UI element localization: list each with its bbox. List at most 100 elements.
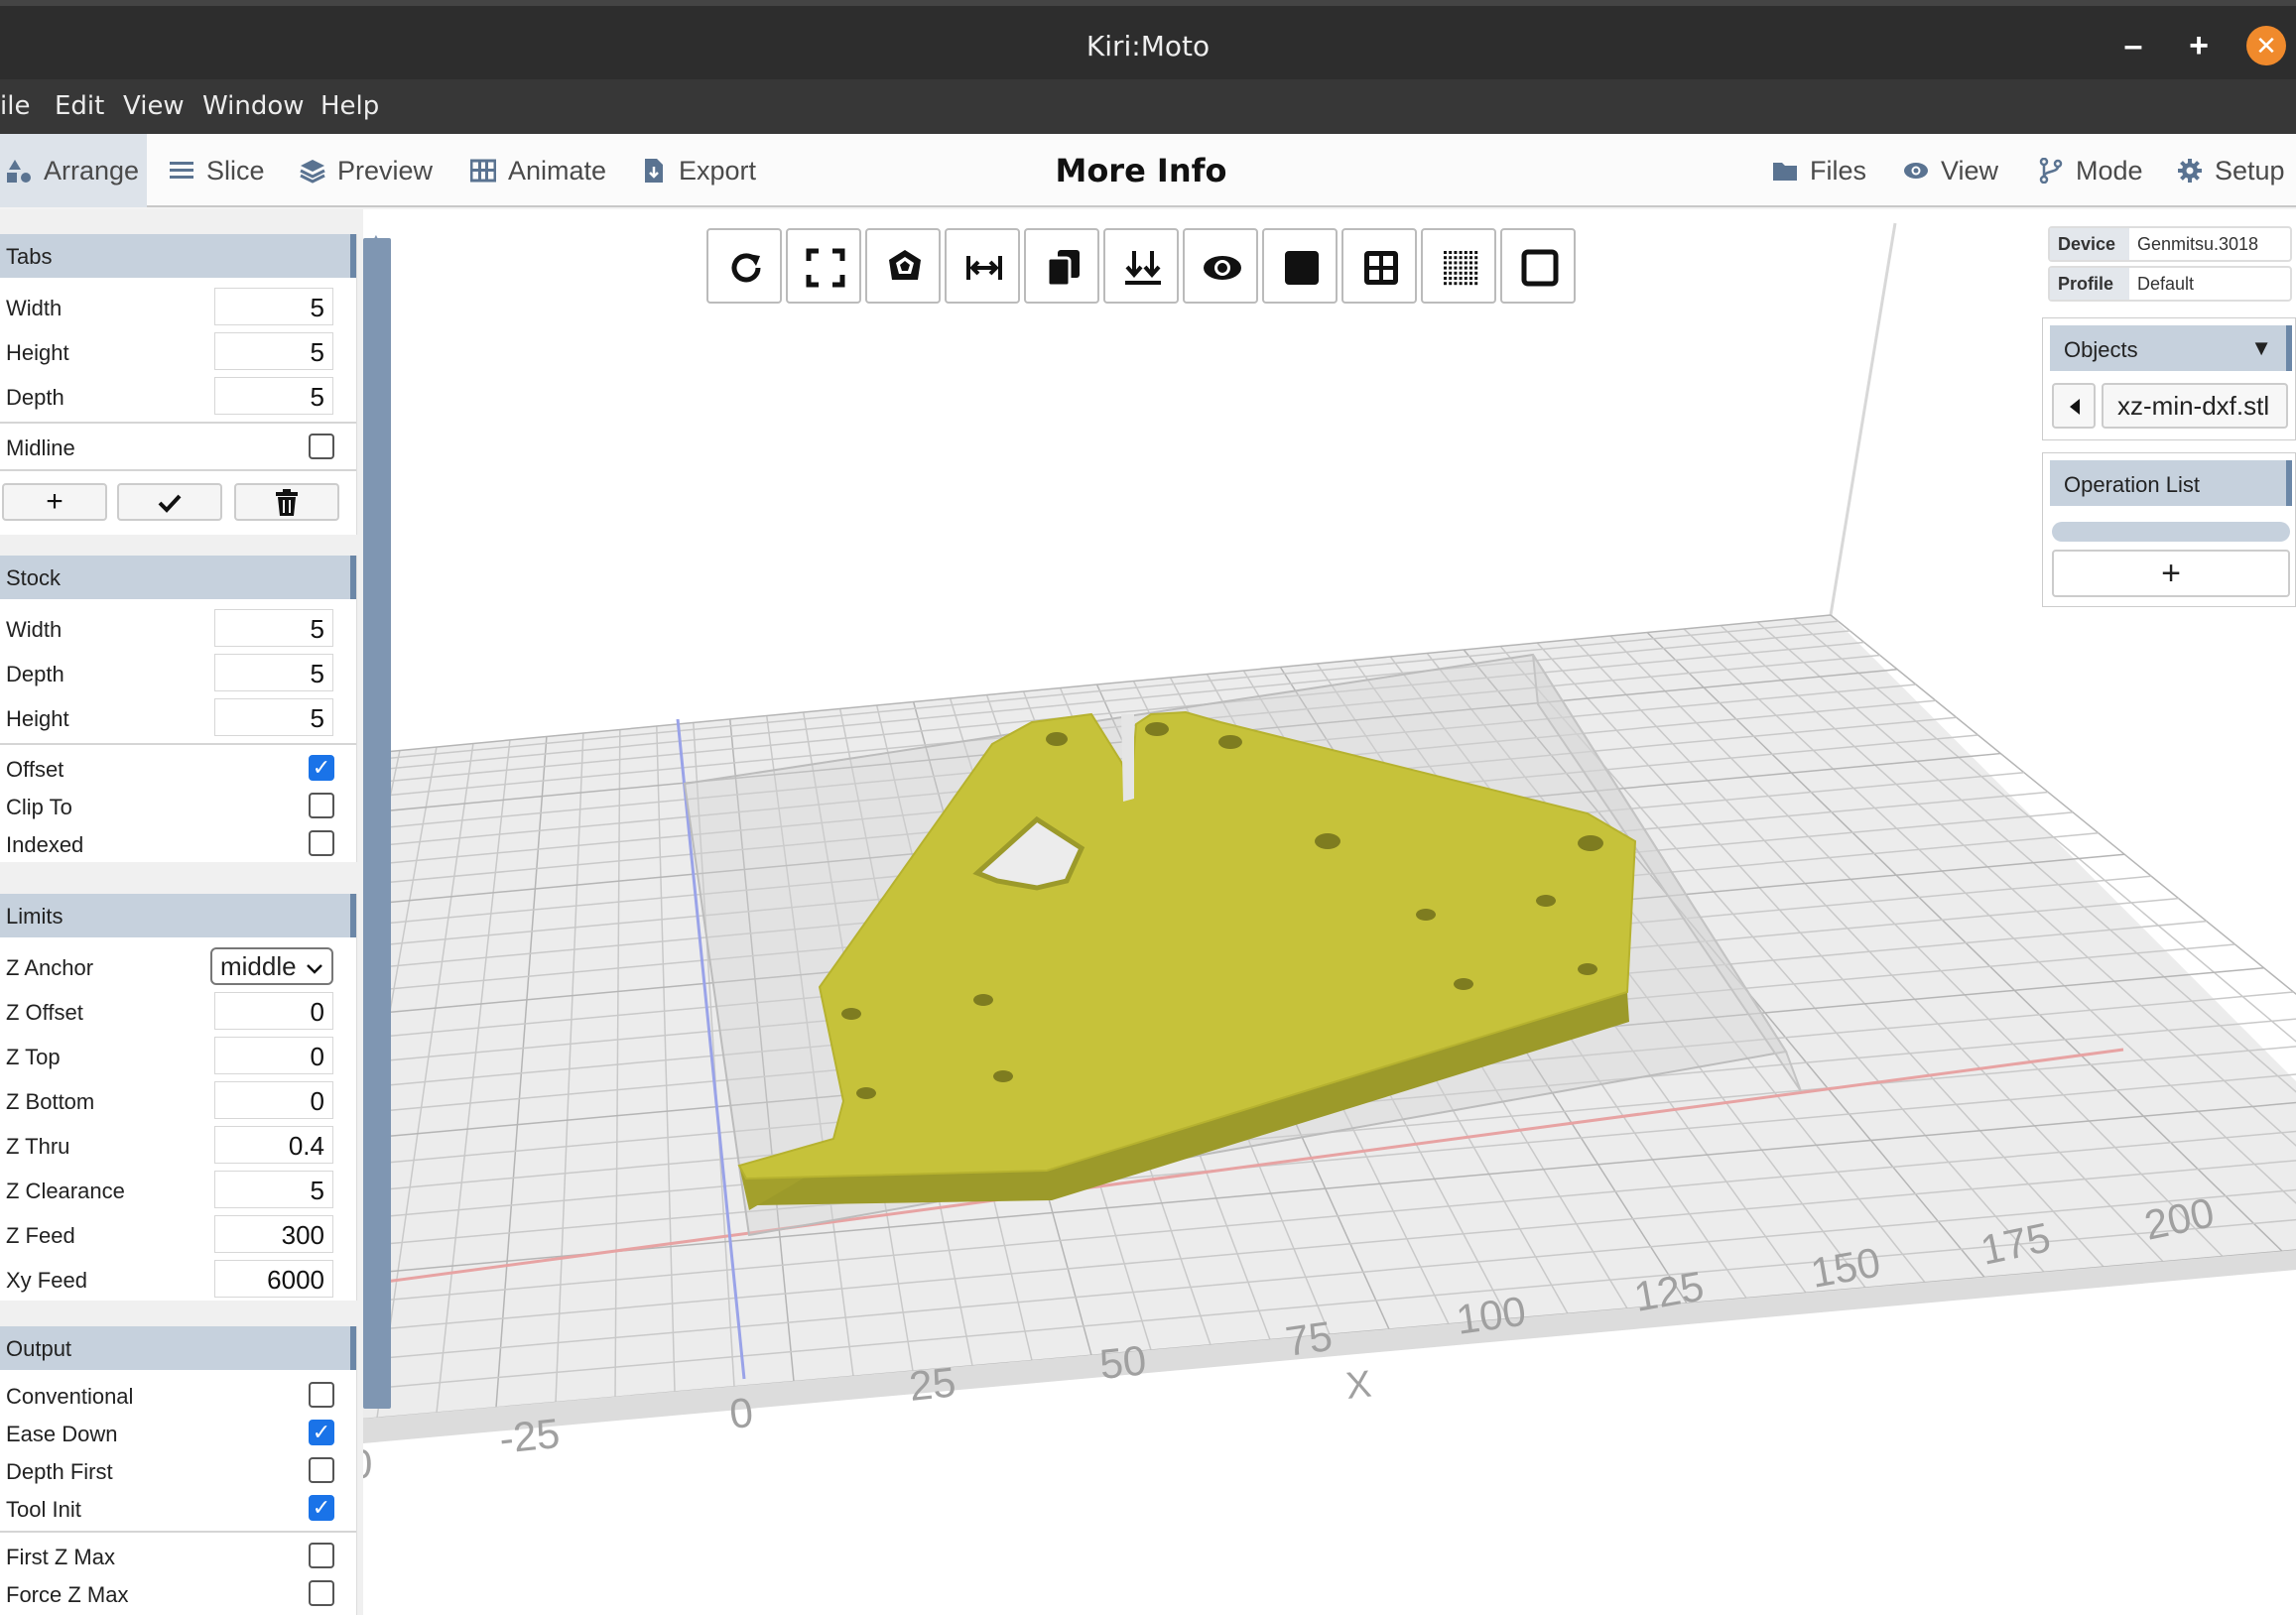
device-field[interactable]: Device Genmitsu.3018 <box>2048 226 2292 262</box>
ztop-input[interactable]: 0 <box>214 1037 333 1074</box>
tabs-width-input[interactable]: 5 <box>214 288 333 325</box>
tab-setup-label: Setup <box>2215 155 2285 186</box>
tab-mode[interactable]: Mode <box>2032 134 2149 207</box>
zthru-label: Z Thru <box>6 1134 70 1159</box>
tab-files[interactable]: Files <box>1766 134 1872 207</box>
stock-height-input[interactable]: 5 <box>214 698 333 736</box>
depthfirst-checkbox[interactable] <box>309 1457 334 1483</box>
zanchor-select[interactable]: middle <box>210 947 333 985</box>
solid-view-button[interactable] <box>1262 228 1338 304</box>
add-tab-button[interactable]: + <box>2 483 107 521</box>
drop-button[interactable] <box>1103 228 1179 304</box>
zthru-input[interactable]: 0.4 <box>214 1126 333 1164</box>
fullscreen-button[interactable] <box>786 228 861 304</box>
output-header[interactable]: Output <box>0 1326 356 1370</box>
fit-width-icon <box>966 256 1002 280</box>
operation-progress-bar <box>2052 522 2290 542</box>
firstzmax-checkbox[interactable] <box>309 1543 334 1568</box>
reload-button[interactable] <box>706 228 782 304</box>
tabs-header[interactable]: Tabs <box>0 234 356 278</box>
forcezmax-row: Force Z Max <box>0 1574 356 1612</box>
limits-group: Limits Z Anchor middle Z Offset 0 Z Top … <box>0 894 357 1301</box>
minimize-button[interactable]: – <box>2113 26 2153 65</box>
visibility-button[interactable] <box>1183 228 1258 304</box>
tab-arrange[interactable]: Arrange <box>0 134 147 207</box>
divider <box>0 469 356 471</box>
menu-file[interactable]: ile <box>0 91 30 121</box>
menu-view[interactable]: View <box>123 91 185 121</box>
tick-label: 50 <box>1097 1336 1148 1388</box>
close-button[interactable]: ✕ <box>2246 26 2286 65</box>
tabs-depth-label: Depth <box>6 385 64 410</box>
menu-help[interactable]: Help <box>320 91 379 121</box>
tab-animate[interactable]: Animate <box>464 134 612 207</box>
object-item[interactable]: xz-min-dxf.stl <box>2102 383 2288 429</box>
forcezmax-label: Force Z Max <box>6 1582 129 1607</box>
tabs-midline-checkbox[interactable] <box>309 434 334 459</box>
3d-viewport[interactable]: 0 -25 0 25 50 75 100 125 150 175 200 X <box>363 209 2296 1615</box>
tab-slice[interactable]: Slice <box>163 134 271 207</box>
easedown-checkbox[interactable]: ✓ <box>309 1420 334 1445</box>
toolinit-checkbox[interactable]: ✓ <box>309 1495 334 1521</box>
more-info-button[interactable]: More Info <box>992 152 1290 189</box>
objects-header[interactable]: Objects ▼ <box>2050 325 2292 371</box>
stock-clipto-row: Clip To <box>0 787 356 824</box>
limits-header[interactable]: Limits <box>0 894 356 937</box>
branch-icon <box>2039 158 2063 184</box>
xyfeed-label: Xy Feed <box>6 1268 87 1293</box>
stock-offset-checkbox[interactable]: ✓ <box>309 755 334 781</box>
grid-view-button[interactable] <box>1341 228 1417 304</box>
forcezmax-checkbox[interactable] <box>309 1580 334 1606</box>
stock-clipto-label: Clip To <box>6 795 72 819</box>
tabs-button-row: + <box>0 475 356 535</box>
main-toolbar: Arrange Slice Preview Animate Export Mor… <box>0 134 2296 207</box>
menu-window[interactable]: Window <box>202 91 305 121</box>
zanchor-label: Z Anchor <box>6 955 94 980</box>
divider <box>0 1531 356 1533</box>
check-icon <box>158 494 182 513</box>
tabs-height-input[interactable]: 5 <box>214 332 333 370</box>
ztop-row: Z Top 0 <box>0 1033 356 1077</box>
maximize-button[interactable]: + <box>2179 26 2219 65</box>
duplicate-button[interactable] <box>1024 228 1099 304</box>
tick-label-left: 0 <box>363 1440 372 1487</box>
conventional-checkbox[interactable] <box>309 1382 334 1408</box>
tabs-midline-label: Midline <box>6 435 75 460</box>
add-operation-button[interactable]: + <box>2052 550 2290 597</box>
dots-view-button[interactable] <box>1421 228 1496 304</box>
tab-setup[interactable]: Setup <box>2171 134 2291 207</box>
confirm-tab-button[interactable] <box>117 483 222 521</box>
stock-width-input[interactable]: 5 <box>214 609 333 647</box>
tabs-depth-input[interactable]: 5 <box>214 377 333 415</box>
xyfeed-input[interactable]: 6000 <box>214 1260 333 1298</box>
ztop-label: Z Top <box>6 1045 61 1069</box>
operation-list-header[interactable]: Operation List <box>2050 460 2292 506</box>
stock-depth-input[interactable]: 5 <box>214 654 333 691</box>
zbottom-input[interactable]: 0 <box>214 1081 333 1119</box>
toolinit-label: Tool Init <box>6 1497 81 1522</box>
zfeed-input[interactable]: 300 <box>214 1215 333 1253</box>
zanchor-row: Z Anchor middle <box>0 943 356 988</box>
tab-view[interactable]: View <box>1897 134 2004 207</box>
profile-field[interactable]: Profile Default <box>2048 266 2292 302</box>
shape-button[interactable] <box>865 228 941 304</box>
menu-edit[interactable]: Edit <box>55 91 104 121</box>
eye-icon <box>1904 163 1928 179</box>
tab-export[interactable]: Export <box>635 134 762 207</box>
wire-view-button[interactable] <box>1500 228 1576 304</box>
caret-left-icon <box>2070 399 2080 415</box>
zbottom-label: Z Bottom <box>6 1089 95 1114</box>
stock-clipto-checkbox[interactable] <box>309 793 334 818</box>
stock-header[interactable]: Stock <box>0 556 356 599</box>
object-toggle-button[interactable] <box>2052 383 2096 429</box>
tab-preview[interactable]: Preview <box>294 134 439 207</box>
chevron-down-icon <box>307 964 322 974</box>
fit-width-button[interactable] <box>945 228 1020 304</box>
zoffset-input[interactable]: 0 <box>214 992 333 1030</box>
stock-indexed-checkbox[interactable] <box>309 830 334 856</box>
delete-tab-button[interactable] <box>234 483 339 521</box>
tab-files-label: Files <box>1810 155 1867 186</box>
left-panel-scrollbar[interactable] <box>363 238 391 1409</box>
tab-preview-label: Preview <box>337 155 434 186</box>
zclearance-input[interactable]: 5 <box>214 1171 333 1208</box>
